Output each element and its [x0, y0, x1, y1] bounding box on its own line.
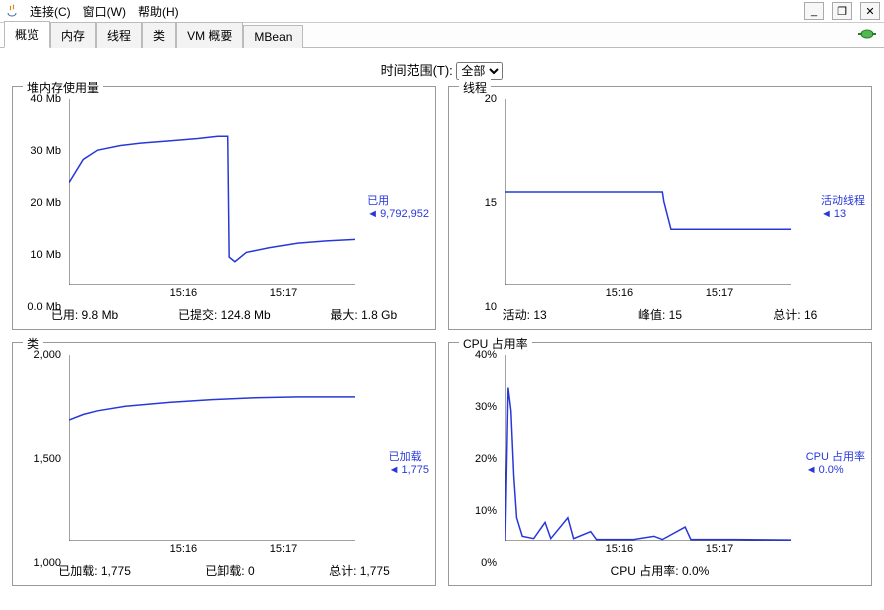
tab-overview[interactable]: 概览 — [4, 21, 50, 48]
close-button[interactable]: ✕ — [860, 2, 880, 20]
panel-heap: 堆内存使用量 0.0 Mb10 Mb20 Mb30 Mb40 Mb 已用 ◄9,… — [12, 86, 436, 330]
panel-classes: 类 1,0001,5002,000 已加载 ◄1,775 15:1615:17 … — [12, 342, 436, 586]
menu-connect[interactable]: 连接(C) — [24, 1, 77, 22]
charts-grid: 堆内存使用量 0.0 Mb10 Mb20 Mb30 Mb40 Mb 已用 ◄9,… — [0, 86, 884, 596]
chart-heap — [69, 99, 355, 285]
time-range-select[interactable]: 全部 — [456, 62, 503, 80]
tab-bar: 概览 内存 线程 类 VM 概要 MBean — [0, 23, 884, 48]
maximize-button[interactable]: ❐ — [832, 2, 852, 20]
cpu-footer: CPU 占用率: 0.0% — [449, 559, 871, 585]
threads-footer: 活动: 13 峰值: 15 总计: 16 — [449, 303, 871, 329]
tab-vm-summary[interactable]: VM 概要 — [176, 22, 243, 48]
menu-help[interactable]: 帮助(H) — [132, 1, 185, 22]
time-range-label: 时间范围(T): — [381, 63, 453, 78]
tab-classes[interactable]: 类 — [142, 22, 176, 48]
chart-cpu — [505, 355, 791, 541]
connection-status-icon — [858, 27, 876, 41]
classes-side-label: 已加载 ◄1,775 — [389, 451, 429, 477]
heap-side-label: 已用 ◄9,792,952 — [367, 195, 429, 221]
menu-bar: 连接(C) 窗口(W) 帮助(H) _ ❐ ✕ — [0, 0, 884, 23]
menu-window[interactable]: 窗口(W) — [77, 1, 132, 22]
chart-classes — [69, 355, 355, 541]
panel-threads: 线程 101520 活动线程 ◄13 15:1615:17 活动: 13 峰值:… — [448, 86, 872, 330]
tab-memory[interactable]: 内存 — [50, 22, 96, 48]
time-range-row: 时间范围(T): 全部 — [0, 48, 884, 86]
cpu-side-label: CPU 占用率 ◄0.0% — [806, 451, 865, 477]
minimize-button[interactable]: _ — [804, 2, 824, 20]
panel-cpu: CPU 占用率 0%10%20%30%40% CPU 占用率 ◄0.0% 15:… — [448, 342, 872, 586]
heap-footer: 已用: 9.8 Mb 已提交: 124.8 Mb 最大: 1.8 Gb — [13, 303, 435, 329]
classes-footer: 已加载: 1,775 已卸载: 0 总计: 1,775 — [13, 559, 435, 585]
window-controls: _ ❐ ✕ — [804, 2, 880, 20]
tab-mbean[interactable]: MBean — [243, 25, 303, 48]
chart-threads — [505, 99, 791, 285]
tab-threads[interactable]: 线程 — [96, 22, 142, 48]
java-icon — [4, 3, 20, 19]
threads-side-label: 活动线程 ◄13 — [821, 195, 865, 221]
